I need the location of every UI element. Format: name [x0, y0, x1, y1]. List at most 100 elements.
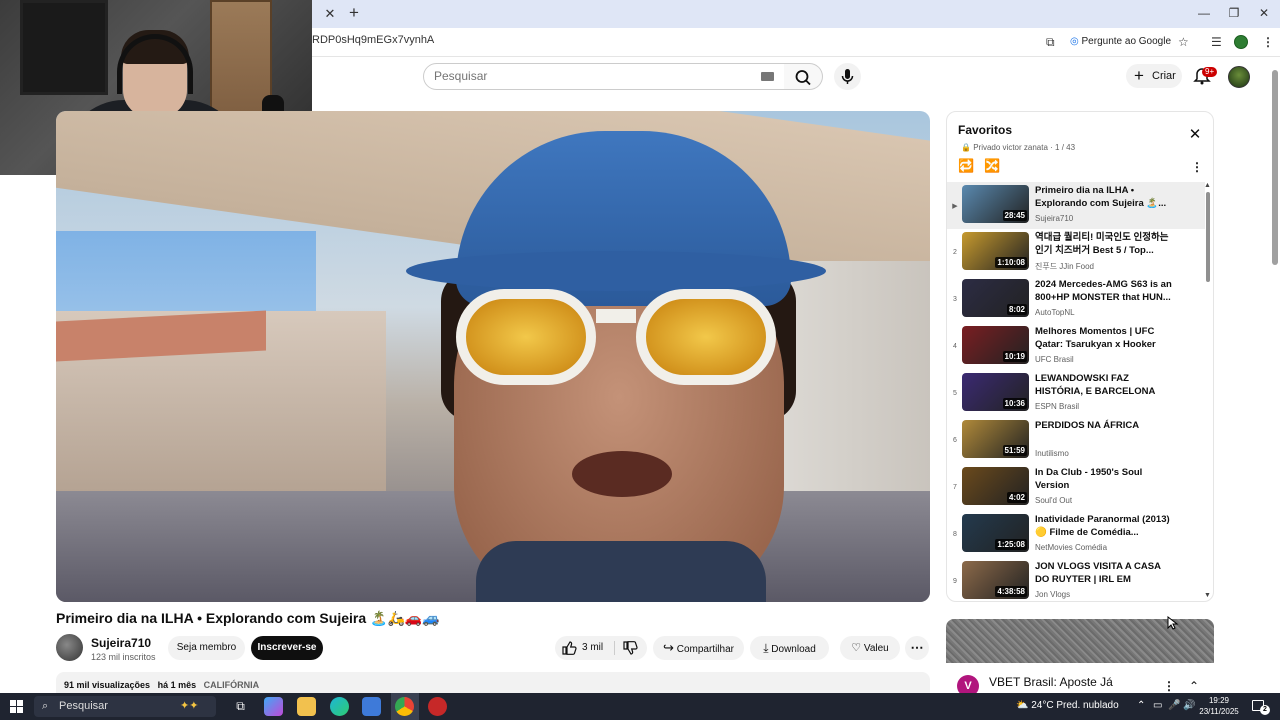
channel-avatar[interactable] [56, 634, 83, 661]
playlist-item-title[interactable]: In Da Club - 1950's Soul Version [1035, 466, 1175, 492]
playlist-scrollbar[interactable] [1206, 192, 1210, 282]
account-avatar[interactable] [1228, 66, 1250, 88]
playlist-item-index: 7 [953, 484, 957, 491]
playlist-item-thumbnail[interactable]: 28:45 [962, 185, 1029, 223]
like-count[interactable]: 3 mil [582, 636, 603, 660]
taskbar-search-label: Pesquisar [59, 700, 108, 712]
copilot-icon[interactable] [264, 697, 283, 716]
new-tab-icon[interactable]: + [346, 4, 362, 22]
search-input[interactable] [434, 69, 734, 83]
playlist-item[interactable]: 5 10:36 LEWANDOWSKI FAZ HISTÓRIA, E BARCEL… [947, 370, 1205, 417]
file-explorer-icon[interactable] [297, 697, 316, 716]
playlist-item-title[interactable]: JON VLOGS VISITA A CASA DO RUYTER | IRL … [1035, 560, 1175, 586]
media-controls-icon[interactable]: ☰ [1211, 33, 1222, 51]
loop-icon[interactable]: 🔁 [958, 159, 976, 173]
restore-icon[interactable]: ❐ [1222, 4, 1246, 22]
playlist-item[interactable]: 7 4:02 In Da Club - 1950's Soul Version Sou… [947, 464, 1205, 511]
channel-name[interactable]: Sujeira710 [91, 636, 151, 650]
share-button[interactable]: ↪ Compartilhar [653, 636, 744, 660]
like-icon[interactable] [561, 640, 577, 656]
taskbar-search[interactable]: ⌕ Pesquisar ✦✦ [34, 696, 216, 717]
playlist-item-duration: 8:02 [1006, 304, 1027, 315]
playlist-item-title[interactable]: PERDIDOS NA ÁFRICA [1035, 419, 1175, 432]
playlist-item-title[interactable]: Primeiro dia na ILHA • Explorando com Su… [1035, 184, 1175, 210]
keyboard-icon[interactable] [761, 72, 774, 81]
subscriber-count: 123 mil inscritos [91, 652, 156, 662]
playlist-item-thumbnail[interactable]: 4:02 [962, 467, 1029, 505]
video-player[interactable] [56, 111, 930, 602]
dislike-icon[interactable] [622, 640, 638, 656]
playlist-item[interactable]: 8 1:25:08 Inatividade Paranormal (2013) 🟡 … [947, 511, 1205, 558]
download-label: Download [771, 644, 816, 655]
search-button[interactable] [784, 63, 823, 90]
ad-menu-icon[interactable]: ⋮ [1163, 679, 1175, 693]
url-text[interactable]: RDP0sHq9mEGx7vynhA [312, 34, 434, 46]
weather-widget[interactable]: ⛅ 24°C Pred. nublado [1016, 700, 1119, 711]
playlist-item-title[interactable]: Melhores Momentos | UFC Qatar: Tsarukyan… [1035, 325, 1175, 351]
bookmark-star-icon[interactable]: ☆ [1178, 33, 1189, 51]
playlist-item-channel: UFC Brasil [1035, 355, 1074, 364]
subscribe-button[interactable]: Inscrever-se [251, 636, 323, 660]
playlist-item-thumbnail[interactable]: 1:10:08 [962, 232, 1029, 270]
edge-icon[interactable] [330, 697, 349, 716]
playlist-item[interactable]: 6 51:59 PERDIDOS NA ÁFRICA Inutilismo [947, 417, 1205, 464]
video-mouth [572, 451, 672, 497]
scroll-down-arrow[interactable]: ▼ [1204, 592, 1211, 599]
clock-time: 19:29 [1208, 696, 1230, 705]
playlist-item-channel: ESPN Brasil [1035, 402, 1080, 411]
more-actions-button[interactable]: ⋯ [905, 636, 929, 660]
thanks-button[interactable]: ♡ Valeu [840, 636, 900, 660]
playlist-item-thumbnail[interactable]: 10:19 [962, 326, 1029, 364]
playlist-item[interactable]: 2 1:10:08 역대급 퀄리티! 미국인도 인정하는 인기 치즈버거 Best … [947, 229, 1205, 276]
windows-start-icon[interactable] [10, 700, 23, 713]
screen: ✕ + — ❐ ✕ RDP0sHq9mEGx7vynhA ⧉ ◎ Pergunt… [0, 0, 1280, 720]
scroll-up-arrow[interactable]: ▲ [1204, 182, 1211, 189]
tab-close-icon[interactable]: ✕ [322, 6, 338, 22]
playlist-item-thumbnail[interactable]: 51:59 [962, 420, 1029, 458]
playlist-item[interactable]: ▶ 28:45 Primeiro dia na ILHA • Explorando … [947, 182, 1205, 229]
page-scrollbar[interactable] [1272, 70, 1278, 265]
voice-search-button[interactable] [834, 63, 861, 90]
network-icon[interactable]: ▭ [1153, 700, 1162, 711]
playlist-item[interactable]: 4 10:19 Melhores Momentos | UFC Qatar: Tsa… [947, 323, 1205, 370]
cast-icon[interactable]: ⧉ [1046, 33, 1055, 51]
playlist-item-thumbnail[interactable]: 1:25:08 [962, 514, 1029, 552]
playlist-item-thumbnail[interactable]: 4:38:58 [962, 561, 1029, 599]
weather-text: 24°C Pred. nublado [1031, 700, 1119, 711]
playlist-item-thumbnail[interactable]: 8:02 [962, 279, 1029, 317]
ad-title[interactable]: VBET Brasil: Aposte Já [989, 675, 1113, 689]
mic-tray-icon[interactable]: 🎤 [1168, 700, 1180, 711]
playlist-item[interactable]: 3 8:02 2024 Mercedes-AMG S63 is an 800+HP … [947, 276, 1205, 323]
playlist-item-title[interactable]: 역대급 퀄리티! 미국인도 인정하는 인기 치즈버거 Best 5 / Top.… [1035, 231, 1175, 257]
download-button[interactable]: ⤓ Download [750, 636, 829, 660]
playlist-title[interactable]: Favoritos [958, 123, 1012, 137]
ask-google-button[interactable]: ◎ Pergunte ao Google [1070, 33, 1171, 51]
search-box[interactable] [423, 63, 785, 90]
browser-profile-avatar[interactable] [1234, 35, 1248, 49]
playlist-menu-icon[interactable]: ⋮ [1191, 160, 1203, 174]
description-box[interactable]: 91 mil visualizações há 1 mês CALIFÓRNIA [56, 672, 930, 694]
chrome-icon[interactable] [395, 697, 414, 716]
playlist-item-title[interactable]: 2024 Mercedes-AMG S63 is an 800+HP MONST… [1035, 278, 1175, 304]
shuffle-icon[interactable]: 🔀 [984, 159, 1002, 173]
playlist-item-title[interactable]: Inatividade Paranormal (2013) 🟡 Filme de… [1035, 513, 1175, 539]
ad-collapse-icon[interactable]: ⌃ [1189, 679, 1199, 693]
close-window-icon[interactable]: ✕ [1252, 4, 1276, 22]
thanks-label: Valeu [863, 643, 889, 654]
playlist-item-thumbnail[interactable]: 10:36 [962, 373, 1029, 411]
store-icon[interactable] [362, 697, 381, 716]
close-playlist-icon[interactable]: ✕ [1187, 127, 1203, 143]
browser-menu-icon[interactable]: ⋮ [1262, 33, 1274, 51]
playlist-items: ▶ 28:45 Primeiro dia na ILHA • Explorando … [947, 182, 1213, 601]
tray-expand-icon[interactable]: ⌃ [1137, 700, 1145, 711]
task-view-icon[interactable]: ⧉ [231, 697, 250, 716]
obs-icon[interactable] [428, 697, 447, 716]
volume-icon[interactable]: 🔊 [1183, 700, 1195, 711]
create-button[interactable]: + Criar [1126, 64, 1182, 88]
taskbar-clock[interactable]: 19:29 23/11/2025 [1198, 695, 1240, 717]
playlist-item[interactable]: 9 4:38:58 JON VLOGS VISITA A CASA DO RUYTE… [947, 558, 1205, 601]
playlist-item-title[interactable]: LEWANDOWSKI FAZ HISTÓRIA, E BARCELONA GO… [1035, 372, 1175, 398]
join-button[interactable]: Seja membro [168, 636, 245, 660]
minimize-icon[interactable]: — [1192, 4, 1216, 22]
video-location[interactable]: CALIFÓRNIA [204, 680, 260, 690]
